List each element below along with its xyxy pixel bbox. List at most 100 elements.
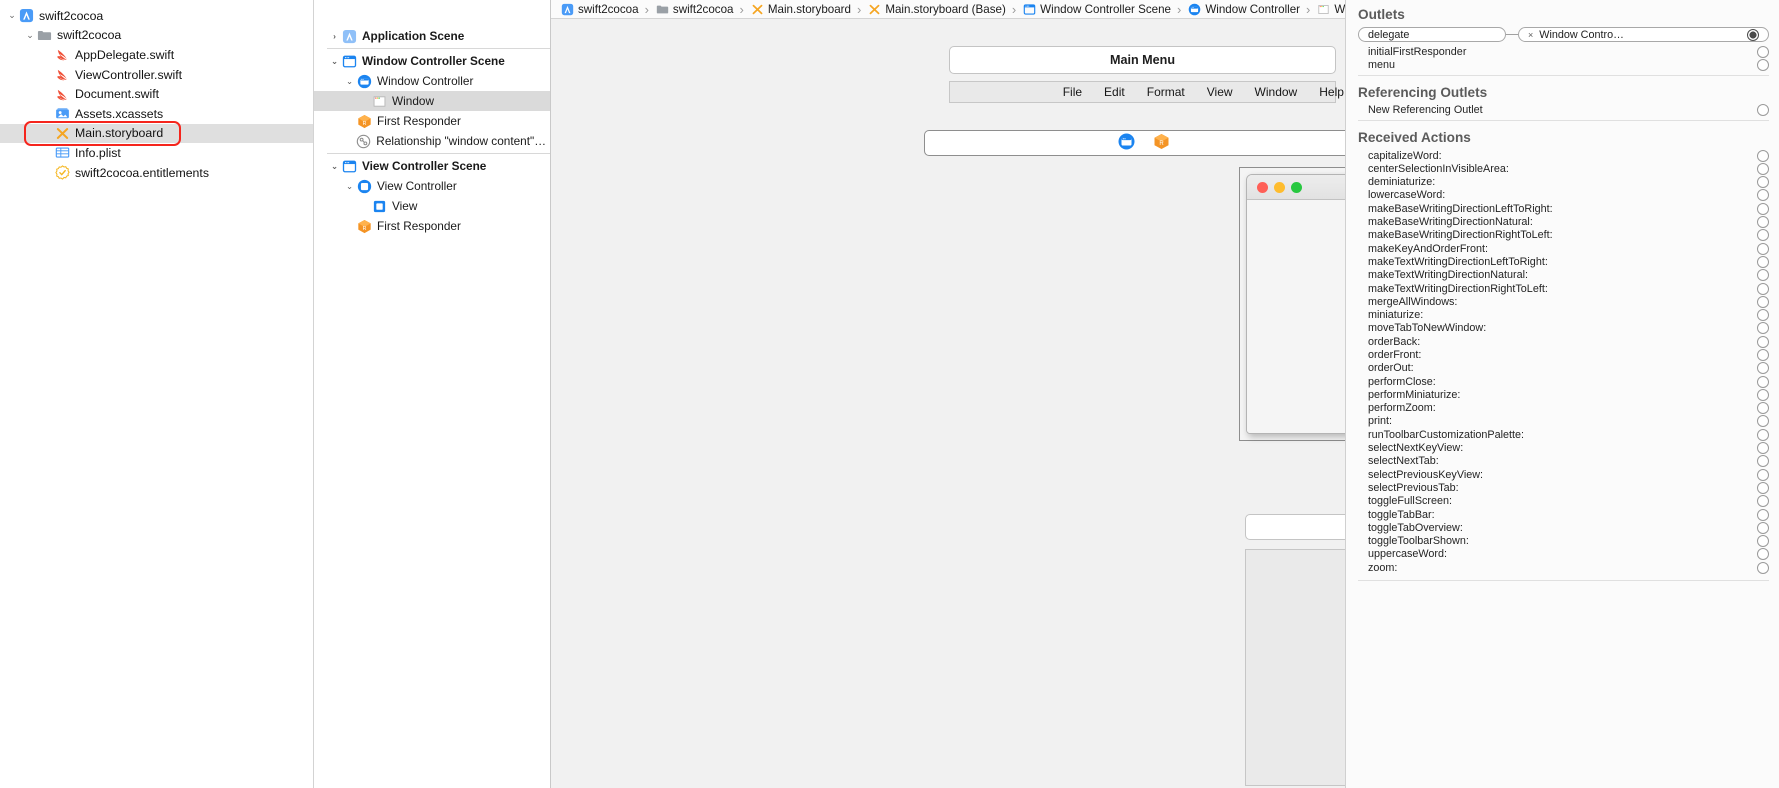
outline-item-application-scene[interactable]: › Application Scene xyxy=(314,26,550,46)
action-row-performminiaturize-[interactable]: performMiniaturize: xyxy=(1358,388,1769,401)
navigator-item-main-storyboard[interactable]: Main.storyboard xyxy=(0,123,313,144)
delegate-outlet-target[interactable]: × Window Contro… xyxy=(1518,27,1769,42)
connection-well[interactable] xyxy=(1757,402,1769,415)
action-row-maketextwritingdirectionlefttoright-[interactable]: makeTextWritingDirectionLeftToRight: xyxy=(1358,255,1769,268)
connection-well[interactable] xyxy=(1757,535,1769,548)
connection-well[interactable] xyxy=(1757,189,1769,202)
action-row-toggletabbar-[interactable]: toggleTabBar: xyxy=(1358,508,1769,521)
connection-well[interactable] xyxy=(1757,508,1769,521)
breadcrumb[interactable]: swift2cocoa › swift2cocoa › Main.storyboard… xyxy=(551,0,1345,19)
outline-item-first-responder[interactable]: R First Responder xyxy=(314,111,550,131)
project-navigator[interactable]: ⌄ swift2cocoa ⌄ swift2cocoa AppDelegate.swi… xyxy=(0,0,314,788)
connection-well[interactable] xyxy=(1757,45,1769,58)
action-row-selectnextkeyview-[interactable]: selectNextKeyView: xyxy=(1358,441,1769,455)
breadcrumb-item-main-storyboard[interactable]: Main.storyboard xyxy=(750,3,851,16)
action-row-miniaturize-[interactable]: miniaturize: xyxy=(1358,308,1769,322)
navigator-item-assets-xcassets[interactable]: Assets.xcassets xyxy=(0,104,313,124)
disclosure-triangle-icon[interactable]: ⌄ xyxy=(343,182,356,191)
action-row-makebasewritingdirectionlefttoright-[interactable]: makeBaseWritingDirectionLeftToRight: xyxy=(1358,202,1769,215)
breadcrumb-item-main-storyboard-base-[interactable]: Main.storyboard (Base) xyxy=(867,3,1006,16)
connection-well[interactable] xyxy=(1757,442,1769,455)
connection-well[interactable] xyxy=(1757,242,1769,255)
connections-inspector[interactable]: Outlets delegate × Window Contro… initia… xyxy=(1345,0,1779,788)
outline-item-view-controller[interactable]: ⌄ View Controller xyxy=(314,176,550,196)
action-row-uppercaseword-[interactable]: uppercaseWord: xyxy=(1358,548,1769,561)
action-row-orderout-[interactable]: orderOut: xyxy=(1358,362,1769,375)
interface-builder-canvas[interactable]: swift2cocoa › swift2cocoa › Main.storyboard… xyxy=(551,0,1345,788)
action-row-selectprevioustab-[interactable]: selectPreviousTab: xyxy=(1358,481,1769,494)
connection-well[interactable] xyxy=(1757,176,1769,189)
action-row-capitalizeword-[interactable]: capitalizeWord: xyxy=(1358,149,1769,162)
navigator-item-swift2cocoa-entitlements[interactable]: swift2cocoa.entitlements xyxy=(0,163,313,183)
breadcrumb-item-swift2cocoa[interactable]: swift2cocoa xyxy=(560,3,639,16)
action-row-selectpreviouskeyview-[interactable]: selectPreviousKeyView: xyxy=(1358,468,1769,481)
navigator-item-appdelegate-swift[interactable]: AppDelegate.swift xyxy=(0,45,313,65)
action-row-performzoom-[interactable]: performZoom: xyxy=(1358,402,1769,415)
action-row-makebasewritingdirectionnatural-[interactable]: makeBaseWritingDirectionNatural: xyxy=(1358,215,1769,229)
menu-item-file[interactable]: File xyxy=(1063,85,1082,99)
disclosure-triangle-icon[interactable]: › xyxy=(328,32,341,41)
connection-well[interactable] xyxy=(1757,229,1769,242)
connection-well[interactable] xyxy=(1757,322,1769,335)
outline-item-window-controller-scene[interactable]: ⌄ Window Controller Scene xyxy=(314,51,550,71)
delegate-connection-well[interactable] xyxy=(1747,28,1759,41)
document-outline-list[interactable]: › Application Scene ⌄ Window Controller S… xyxy=(314,26,550,236)
connection-well[interactable] xyxy=(1757,58,1769,71)
breadcrumb-item-window-controller[interactable]: Window Controller xyxy=(1187,3,1300,16)
outlets-list[interactable]: initialFirstResponder menu xyxy=(1358,45,1769,72)
action-row-print-[interactable]: print: xyxy=(1358,415,1769,428)
delegate-outlet-row[interactable]: delegate × Window Contro… xyxy=(1358,26,1769,43)
breadcrumb-item-window-controller-scene[interactable]: Window Controller Scene xyxy=(1022,3,1171,16)
referencing-outlet-row-new-referencing-outlet[interactable]: New Referencing Outlet xyxy=(1358,104,1769,117)
action-row-mergeallwindows-[interactable]: mergeAllWindows: xyxy=(1358,295,1769,308)
connection-well[interactable] xyxy=(1757,309,1769,322)
connection-well[interactable] xyxy=(1757,468,1769,481)
outline-item-view[interactable]: View xyxy=(314,196,550,216)
outlet-row-menu[interactable]: menu xyxy=(1358,58,1769,71)
action-row-selectnexttab-[interactable]: selectNextTab: xyxy=(1358,455,1769,468)
disconnect-icon[interactable]: × xyxy=(1528,30,1533,40)
action-row-runtoolbarcustomizationpalette-[interactable]: runToolbarCustomizationPalette: xyxy=(1358,428,1769,441)
referencing-outlets-list[interactable]: New Referencing Outlet xyxy=(1358,104,1769,117)
action-row-makekeyandorderfront-[interactable]: makeKeyAndOrderFront: xyxy=(1358,242,1769,255)
action-row-toggletoolbarshown-[interactable]: toggleToolbarShown: xyxy=(1358,535,1769,548)
connection-well[interactable] xyxy=(1757,295,1769,308)
connection-well[interactable] xyxy=(1757,375,1769,388)
menu-item-format[interactable]: Format xyxy=(1147,85,1185,99)
menu-item-swift2cocoa[interactable]: swift2cocoa xyxy=(968,0,1037,486)
connection-well[interactable] xyxy=(1757,548,1769,561)
menu-item-edit[interactable]: Edit xyxy=(1104,85,1125,99)
connection-well[interactable] xyxy=(1757,104,1769,117)
breadcrumb-item-window[interactable]: Window xyxy=(1316,3,1345,16)
outline-item-window[interactable]: Window xyxy=(314,91,550,111)
action-row-zoom-[interactable]: zoom: xyxy=(1358,561,1769,574)
outline-item-relationship-window-content-[interactable]: Relationship "window content"… xyxy=(314,131,550,151)
action-row-movetabtonewwindow-[interactable]: moveTabToNewWindow: xyxy=(1358,322,1769,335)
navigator-item-document-swift[interactable]: Document.swift xyxy=(0,84,313,104)
first-responder-icon[interactable]: R xyxy=(1153,133,1170,153)
window-controller-icon[interactable] xyxy=(1118,133,1135,153)
view-controller-scene-title[interactable]: View Controller xyxy=(1245,514,1345,540)
outline-item-first-responder[interactable]: R First Responder xyxy=(314,216,550,236)
connection-well[interactable] xyxy=(1757,335,1769,348)
connection-well[interactable] xyxy=(1757,481,1769,494)
view-controller-canvas[interactable]: UI界面设计区 xyxy=(1245,549,1345,786)
connection-well[interactable] xyxy=(1757,255,1769,268)
connection-well[interactable] xyxy=(1757,561,1769,574)
window-controller-scene-dock[interactable]: R xyxy=(924,130,1345,156)
project-navigator-list[interactable]: ⌄ swift2cocoa ⌄ swift2cocoa AppDelegate.swi… xyxy=(0,6,313,182)
connection-well[interactable] xyxy=(1757,202,1769,215)
received-actions-list[interactable]: capitalizeWord: centerSelectionInVisibleA… xyxy=(1358,149,1769,575)
disclosure-triangle-icon[interactable]: ⌄ xyxy=(24,30,36,40)
outline-item-window-controller[interactable]: ⌄ Window Controller xyxy=(314,71,550,91)
window-scene-frame[interactable]: Window View Controller xyxy=(1239,167,1345,441)
action-row-orderback-[interactable]: orderBack: xyxy=(1358,335,1769,348)
connection-well[interactable] xyxy=(1757,216,1769,229)
disclosure-triangle-icon[interactable]: ⌄ xyxy=(6,11,18,20)
action-row-centerselectioninvisiblearea-[interactable]: centerSelectionInVisibleArea: xyxy=(1358,162,1769,175)
connection-well[interactable] xyxy=(1757,162,1769,175)
connection-well[interactable] xyxy=(1757,282,1769,295)
connection-well[interactable] xyxy=(1757,388,1769,401)
action-row-orderfront-[interactable]: orderFront: xyxy=(1358,348,1769,361)
window-preview[interactable]: Window View Controller xyxy=(1246,174,1345,434)
